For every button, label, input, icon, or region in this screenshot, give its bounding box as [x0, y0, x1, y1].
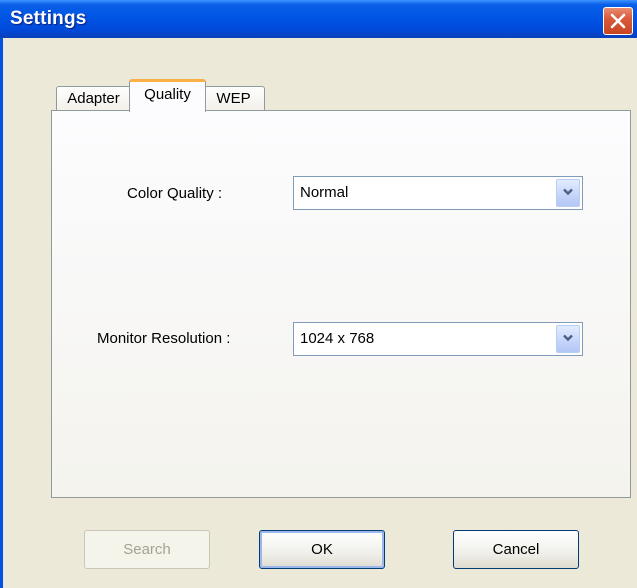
tab-label: Adapter: [67, 90, 120, 107]
settings-dialog: Settings Adapter WEP Quality Color Quali…: [0, 0, 637, 588]
ok-button[interactable]: OK: [259, 530, 385, 569]
cancel-button-label: Cancel: [492, 541, 540, 558]
monitor-resolution-label: Monitor Resolution :: [97, 330, 231, 347]
title-bar[interactable]: Settings: [0, 0, 637, 38]
color-quality-label: Color Quality :: [127, 185, 223, 202]
window-left-border: [0, 38, 3, 588]
chevron-down-icon: [562, 184, 574, 202]
search-button-label: Search: [123, 541, 171, 558]
color-quality-select[interactable]: Normal: [293, 176, 583, 210]
monitor-resolution-dropdown-button[interactable]: [556, 325, 580, 353]
tab-wep[interactable]: WEP: [202, 86, 265, 110]
cancel-button[interactable]: Cancel: [453, 530, 579, 569]
color-quality-value: Normal: [300, 184, 349, 201]
close-button[interactable]: [603, 7, 633, 35]
tab-adapter[interactable]: Adapter: [56, 86, 131, 110]
quality-tab-panel: [51, 110, 631, 498]
tab-quality[interactable]: Quality: [129, 79, 206, 112]
monitor-resolution-value: 1024 x 768: [300, 330, 375, 347]
search-button[interactable]: Search: [84, 530, 210, 569]
color-quality-dropdown-button[interactable]: [556, 179, 580, 207]
monitor-resolution-select[interactable]: 1024 x 768: [293, 322, 583, 356]
tab-label: Quality: [144, 86, 191, 103]
tab-label: WEP: [216, 90, 251, 107]
ok-button-label: OK: [311, 541, 333, 558]
window-title: Settings: [10, 8, 87, 29]
close-icon: [609, 12, 627, 30]
chevron-down-icon: [562, 330, 574, 348]
